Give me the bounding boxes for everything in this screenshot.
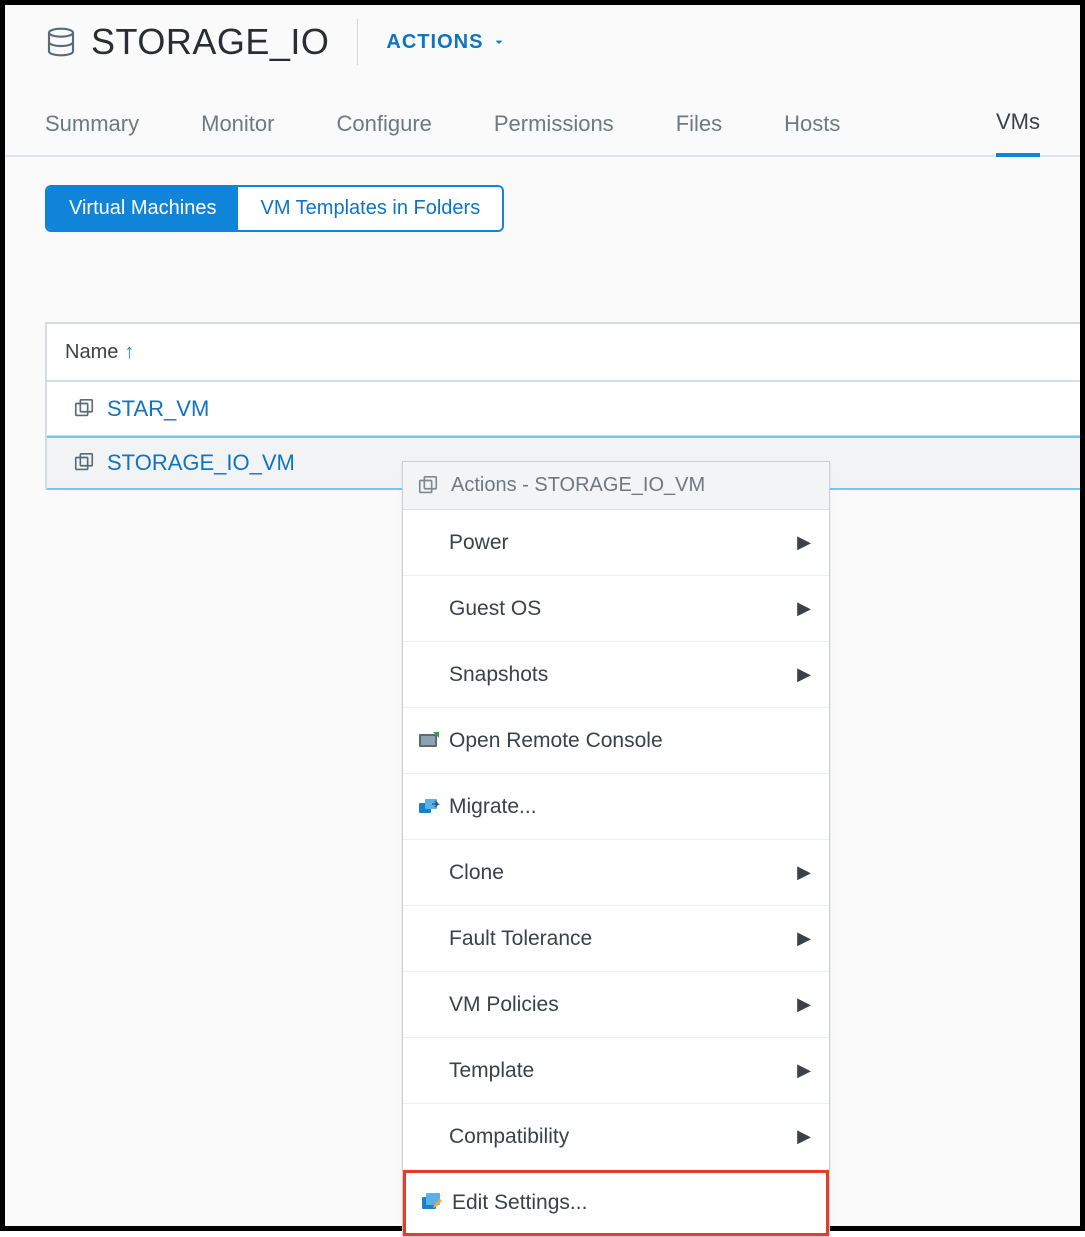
- menu-item-label: Clone: [449, 861, 504, 885]
- context-menu: Actions - STORAGE_IO_VM Power ▶ Guest OS…: [402, 461, 830, 1237]
- datastore-icon: [45, 26, 77, 58]
- menu-item-label: VM Policies: [449, 993, 559, 1017]
- main-tabs: Summary Monitor Configure Permissions Fi…: [5, 97, 1080, 157]
- menu-item-fault-tolerance[interactable]: Fault Tolerance ▶: [403, 906, 829, 972]
- chevron-right-icon: ▶: [797, 664, 811, 685]
- vm-icon: [417, 475, 439, 497]
- table-row[interactable]: STAR_VM: [47, 382, 1080, 436]
- menu-item-clone[interactable]: Clone ▶: [403, 840, 829, 906]
- tab-files[interactable]: Files: [676, 99, 722, 155]
- tab-monitor[interactable]: Monitor: [201, 99, 274, 155]
- menu-item-compatibility[interactable]: Compatibility ▶: [403, 1104, 829, 1170]
- chevron-right-icon: ▶: [797, 532, 811, 553]
- tab-vms[interactable]: VMs: [996, 97, 1040, 157]
- app-window: STORAGE_IO ACTIONS Summary Monitor Confi…: [0, 0, 1085, 1231]
- menu-item-power[interactable]: Power ▶: [403, 510, 829, 576]
- column-header-name-label: Name: [65, 341, 118, 364]
- console-icon: [417, 729, 441, 753]
- chevron-right-icon: ▶: [797, 862, 811, 883]
- menu-item-label: Edit Settings...: [452, 1191, 587, 1215]
- sort-ascending-icon: ↑: [124, 341, 134, 364]
- context-menu-title: Actions - STORAGE_IO_VM: [451, 474, 705, 497]
- subtab-virtual-machines[interactable]: Virtual Machines: [47, 187, 238, 230]
- menu-item-label: Fault Tolerance: [449, 927, 592, 951]
- edit-settings-icon: [420, 1191, 444, 1215]
- subtab-vm-templates[interactable]: VM Templates in Folders: [238, 187, 502, 230]
- chevron-right-icon: ▶: [797, 1126, 811, 1147]
- subtabs-container: Virtual Machines VM Templates in Folders: [5, 157, 1080, 232]
- menu-item-label: Migrate...: [449, 795, 537, 819]
- chevron-right-icon: ▶: [797, 598, 811, 619]
- menu-item-edit-settings[interactable]: Edit Settings...: [403, 1170, 829, 1236]
- table-header-row[interactable]: Name ↑: [47, 324, 1080, 382]
- tab-permissions[interactable]: Permissions: [494, 99, 614, 155]
- chevron-right-icon: ▶: [797, 928, 811, 949]
- menu-item-migrate[interactable]: Migrate...: [403, 774, 829, 840]
- chevron-right-icon: ▶: [797, 1060, 811, 1081]
- tab-summary[interactable]: Summary: [45, 99, 139, 155]
- menu-item-template[interactable]: Template ▶: [403, 1038, 829, 1104]
- migrate-icon: [417, 795, 441, 819]
- column-header-name[interactable]: Name ↑: [65, 341, 134, 364]
- menu-item-open-remote-console[interactable]: Open Remote Console: [403, 708, 829, 774]
- vm-name-link[interactable]: STORAGE_IO_VM: [107, 450, 295, 476]
- chevron-down-icon: [491, 34, 507, 50]
- menu-item-snapshots[interactable]: Snapshots ▶: [403, 642, 829, 708]
- menu-item-label: Compatibility: [449, 1125, 569, 1149]
- chevron-right-icon: ▶: [797, 994, 811, 1015]
- vm-icon: [73, 452, 95, 474]
- menu-item-label: Snapshots: [449, 663, 548, 687]
- actions-dropdown[interactable]: ACTIONS: [386, 31, 507, 54]
- tab-configure[interactable]: Configure: [336, 99, 431, 155]
- menu-item-label: Guest OS: [449, 597, 541, 621]
- menu-item-label: Open Remote Console: [449, 729, 663, 753]
- vm-name-link[interactable]: STAR_VM: [107, 396, 209, 422]
- actions-label: ACTIONS: [386, 31, 483, 54]
- subtabs: Virtual Machines VM Templates in Folders: [45, 185, 504, 232]
- menu-item-label: Power: [449, 531, 509, 555]
- menu-item-vm-policies[interactable]: VM Policies ▶: [403, 972, 829, 1038]
- header-divider: [357, 19, 358, 65]
- menu-item-guest-os[interactable]: Guest OS ▶: [403, 576, 829, 642]
- page-title: STORAGE_IO: [91, 21, 329, 63]
- tab-hosts[interactable]: Hosts: [784, 99, 840, 155]
- vm-icon: [73, 398, 95, 420]
- page-header: STORAGE_IO ACTIONS: [5, 19, 1080, 87]
- menu-item-label: Template: [449, 1059, 534, 1083]
- context-menu-header: Actions - STORAGE_IO_VM: [403, 462, 829, 510]
